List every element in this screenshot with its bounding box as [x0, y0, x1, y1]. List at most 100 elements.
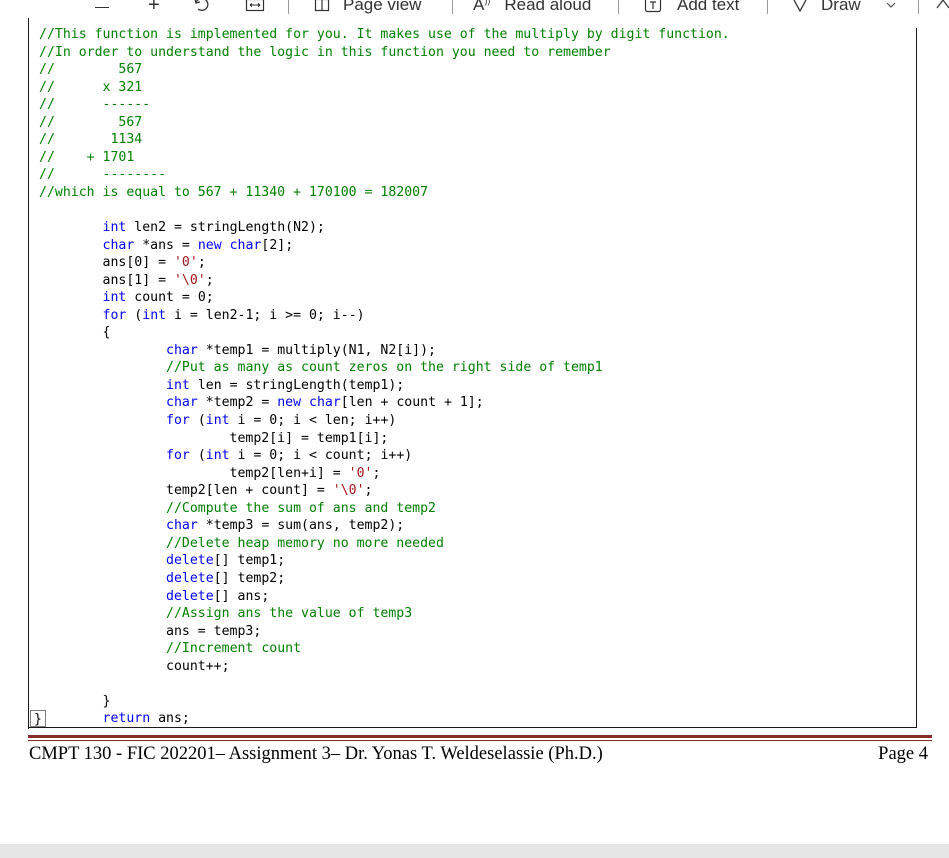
code-line: // --------: [39, 167, 166, 182]
code-token: }: [39, 693, 111, 709]
code-line: for (int i = 0; i < count; i++): [39, 448, 412, 463]
code-token: //Assign ans the value of temp3: [166, 606, 413, 622]
code-token: //Increment count: [166, 641, 302, 657]
code-token: temp2[len+i] =: [39, 465, 349, 481]
code-token: '\0': [332, 483, 365, 499]
code-token: {: [39, 325, 111, 341]
code-token: '0': [348, 465, 373, 481]
code-line: delete[] ans;: [39, 589, 269, 604]
read-aloud-button[interactable]: A)) Read aloud: [473, 0, 591, 17]
code-line: delete[] temp2;: [39, 571, 285, 586]
code-token: delete: [166, 553, 214, 569]
code-token: delete: [166, 570, 214, 586]
code-token: len = stringLength(temp1);: [189, 377, 405, 393]
code-token: + 1701: [86, 149, 135, 165]
code-line: char *temp1 = multiply(N1, N2[i]);: [39, 343, 436, 358]
code-line: // x 321: [39, 80, 142, 95]
highlight-button[interactable]: [935, 0, 949, 17]
add-text-button[interactable]: Add text: [643, 0, 739, 17]
rotate-button[interactable]: [193, 0, 211, 17]
read-aloud-label: Read aloud: [504, 0, 592, 14]
code-line: temp2[len + count] = '\0';: [39, 483, 372, 498]
code-token: [2];: [261, 237, 294, 253]
page-gap: [0, 844, 949, 858]
page-view-button[interactable]: Page view: [313, 0, 421, 17]
zoom-in-button[interactable]: +: [148, 0, 160, 17]
code-line: // + 1701: [39, 150, 134, 165]
code-line: ans = temp3;: [39, 624, 261, 639]
footer-rule: [28, 735, 932, 738]
code-line: //which is equal to 567 + 11340 + 170100…: [39, 185, 428, 200]
code-listing: //This function is implemented for you. …: [39, 26, 730, 728]
fit-width-icon: [245, 0, 265, 12]
code-token: //In order to understand the logic in th…: [39, 44, 611, 60]
code-line: int len = stringLength(temp1);: [39, 378, 404, 393]
code-token: int: [142, 307, 167, 323]
code-token: ans = temp3;: [39, 623, 262, 639]
code-block-border: [28, 18, 29, 729]
code-line: int len2 = stringLength(N2);: [39, 220, 325, 235]
fit-width-button[interactable]: [245, 0, 265, 17]
code-token: delete: [166, 588, 214, 604]
page-number: Page 4: [878, 744, 928, 764]
code-token: len2 = stringLength(N2);: [126, 220, 325, 236]
code-token: i = len2-1; i >= 0; i--): [166, 307, 365, 323]
plus-icon: +: [148, 0, 160, 16]
toolbar-divider: [767, 0, 768, 14]
code-line: ans[0] = '0';: [39, 255, 206, 270]
code-line: count++;: [39, 659, 230, 674]
footer-rule-thin: [28, 740, 932, 741]
code-token: new: [277, 395, 302, 411]
code-token: *temp1 = multiply(N1, N2[i]);: [197, 342, 436, 358]
code-token: char: [309, 395, 341, 411]
code-token: char: [166, 395, 198, 411]
code-token: [] temp2;: [213, 570, 286, 586]
code-token: //: [39, 114, 55, 130]
code-token: (: [126, 307, 143, 323]
code-token: return: [102, 711, 151, 727]
zoom-out-button[interactable]: [95, 0, 109, 17]
draw-button[interactable]: Draw: [791, 0, 897, 17]
code-token: for: [102, 307, 127, 323]
code-line: }: [39, 693, 111, 709]
code-token: '\0': [173, 272, 206, 288]
code-token: //This function is implemented for you. …: [39, 27, 730, 42]
code-line: //Delete heap memory no more needed: [39, 536, 444, 551]
toolbar-divider: [452, 0, 453, 14]
draw-icon: [793, 0, 807, 13]
code-token: //: [39, 149, 55, 165]
code-token: '0': [173, 255, 198, 271]
chevron-down-icon[interactable]: [885, 0, 897, 11]
code-token: int: [102, 220, 127, 236]
toolbar-divider: [288, 0, 289, 14]
code-token: [] temp1;: [213, 553, 286, 569]
read-aloud-icon: A)): [473, 0, 491, 14]
code-line: int count = 0;: [39, 290, 214, 305]
code-token: [len + count + 1];: [340, 395, 484, 411]
code-token: //: [39, 167, 55, 183]
code-token: char: [166, 518, 198, 534]
code-token: --------: [102, 167, 167, 183]
code-token: ;: [364, 483, 373, 499]
code-token: //Put as many as count zeros on the righ…: [166, 360, 603, 376]
code-line: temp2[len+i] = '0';: [39, 465, 381, 481]
code-token: char: [166, 342, 198, 358]
code-line: //Assign ans the value of temp3: [39, 606, 412, 621]
code-block: //This function is implemented for you. …: [28, 18, 917, 729]
code-line: //Increment count: [39, 641, 301, 656]
